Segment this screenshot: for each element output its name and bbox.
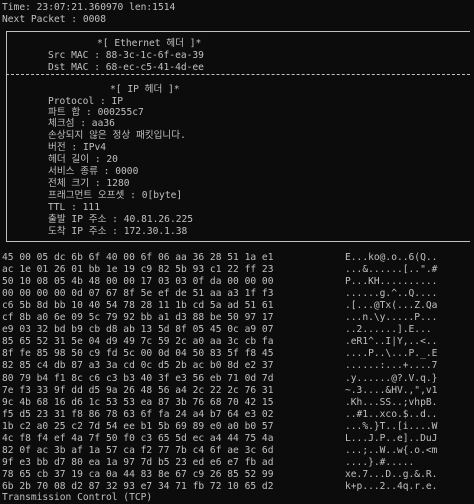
ethernet-src-mac: Src MAC : 88-3c-1c-6f-ea-39 xyxy=(48,50,204,61)
hex-row: 82 85 c4 db 87 a3 3a cd 0c d5 2b ac b0 8… xyxy=(2,360,274,372)
ascii-row: ...n.\y.....P... xyxy=(345,312,438,324)
frame-bottom-border xyxy=(6,241,470,242)
hex-row: 9c 4b 68 16 d6 1c 53 53 ea 87 3b 76 68 7… xyxy=(2,396,274,408)
ip-field-ttl: TTL : 111 xyxy=(48,202,100,213)
ascii-row: ....P..\...P._.E xyxy=(345,348,438,360)
hex-row: cf 8b a0 6e 09 5c 79 92 bb a1 d3 88 be 5… xyxy=(2,312,274,324)
ip-field-total-size: 전체 크기 : 1280 xyxy=(48,178,130,189)
hex-row: 1b c2 a0 25 c2 7d 54 ee b1 5b 69 89 e0 a… xyxy=(2,420,274,432)
ascii-row: P...KH.......... xyxy=(345,276,438,288)
ascii-row: ...&......[..".# xyxy=(345,264,438,276)
ascii-row: xe.7...D..g.&.R. xyxy=(345,468,438,480)
hex-row: 50 10 08 05 4b 48 00 00 17 03 03 0f da 0… xyxy=(2,276,274,288)
ascii-row: .y......@?.V.q.} xyxy=(345,372,438,384)
ip-field-dst-ip: 도착 IP 주소 : 172.30.1.38 xyxy=(48,226,188,237)
ascii-row: ....}.#..... xyxy=(345,456,415,468)
hex-row: 85 65 52 31 5e 04 d9 49 7c 59 2c a0 aa 3… xyxy=(2,336,274,348)
hex-row: 8f fe 85 98 50 c9 fd 5c 00 0d 04 50 83 5… xyxy=(2,348,274,360)
hex-row: 80 79 b4 f1 8c c6 c3 b3 40 3f e3 56 eb 7… xyxy=(2,372,274,384)
ascii-row: ......:...+....7 xyxy=(345,360,438,372)
ascii-row: ..#1..xco.$..d.. xyxy=(345,408,438,420)
frame-left-border xyxy=(6,31,7,241)
ip-field-version: 버전 : IPv4 xyxy=(48,142,107,153)
hex-row: e9 03 32 bd b9 cb d8 ab 13 5d 8f 05 45 0… xyxy=(2,324,274,336)
hex-row: 00 00 00 00 0d 07 67 8f 5e ef de 51 aa a… xyxy=(2,288,274,300)
ascii-row: k+p...2..4q.r.e. xyxy=(345,480,438,492)
ip-field-service-type: 서비스 종류 : 0000 xyxy=(48,166,139,177)
footer-protocol-line: Transmission Control (TCP) xyxy=(2,492,153,503)
next-packet-line: Next Packet : 0008 xyxy=(2,14,106,25)
ascii-row: ...;..W..w{.o.<m xyxy=(345,444,438,456)
ascii-row: .eR1^..I|Y,..<.. xyxy=(345,336,438,348)
ip-field-part-sum: 파트 합 : 000255c7 xyxy=(48,107,144,118)
ip-field-src-ip: 출발 IP 주소 : 40.81.26.225 xyxy=(48,214,194,225)
ip-field-protocol: Protocol : IP xyxy=(48,96,124,107)
time-line: Time: 23:07:21.360970 len:1514 xyxy=(2,2,176,13)
ascii-row: ...%.}T..[i....W xyxy=(345,420,438,432)
ascii-row: ......g.^..Q.... xyxy=(345,288,438,300)
hex-row: f5 d5 23 31 f8 86 78 63 6f fa 24 a4 b7 6… xyxy=(2,408,274,420)
ip-field-checksum: 체크섬 : aa36 xyxy=(48,118,115,129)
hex-row: 7e f3 33 9f dd d5 9a 26 48 56 a4 2c 22 2… xyxy=(2,384,274,396)
hex-row: 4c f8 f4 ef 4a 7f 50 f0 c3 65 5d ec a4 4… xyxy=(2,432,274,444)
ip-title: *[ IP 헤더 ]* xyxy=(110,84,180,95)
frame-top-border xyxy=(6,31,470,32)
ascii-row: .[...@Tx(...Z.Qa xyxy=(345,300,438,312)
ip-field-fragment-offset: 프래그먼트 오프셋 : 0[byte] xyxy=(48,190,183,201)
hex-row: 45 00 05 dc 6b 6f 40 00 6f 06 aa 36 28 5… xyxy=(2,252,274,263)
frame-divider xyxy=(6,74,470,75)
hex-row: c6 5b 8d bb 10 40 54 78 28 11 1b cd 5a a… xyxy=(2,300,274,312)
ascii-row: .Kh...SS..;vhpB. xyxy=(345,396,438,408)
hex-row: 6b 2b 70 08 d2 87 32 93 e7 34 71 fb 72 1… xyxy=(2,480,274,492)
hex-row: 82 0f ac 3b af 1a 57 ca f2 77 7b c4 6f a… xyxy=(2,444,274,456)
ascii-row: ~.3....&HV.,",v1 xyxy=(345,384,438,396)
hex-row: ac 1e 01 26 01 bb 1e 19 c9 82 5b 93 c1 2… xyxy=(2,264,274,276)
hex-row: 9f e3 bb d7 80 ea 1a 97 7d b5 23 ed e6 e… xyxy=(2,456,274,468)
ethernet-dst-mac: Dst MAC : 68-ec-c5-41-4d-ee xyxy=(48,62,204,73)
ascii-row: ..2......].E... xyxy=(345,324,432,336)
ip-field-integrity: 손상되지 않은 정상 패킷입니다. xyxy=(48,130,186,141)
ascii-row: E...ko@.o..6(Q.. xyxy=(345,252,438,263)
ascii-row: L...J.P..e]..DuJ xyxy=(345,432,438,444)
ethernet-title: *[ Ethernet 헤더 ]* xyxy=(97,38,202,49)
ip-field-header-length: 헤더 길이 : 20 xyxy=(48,154,118,165)
hex-row: 78 65 cb 37 19 ca 0a 44 83 8e 67 c9 26 8… xyxy=(2,468,274,480)
